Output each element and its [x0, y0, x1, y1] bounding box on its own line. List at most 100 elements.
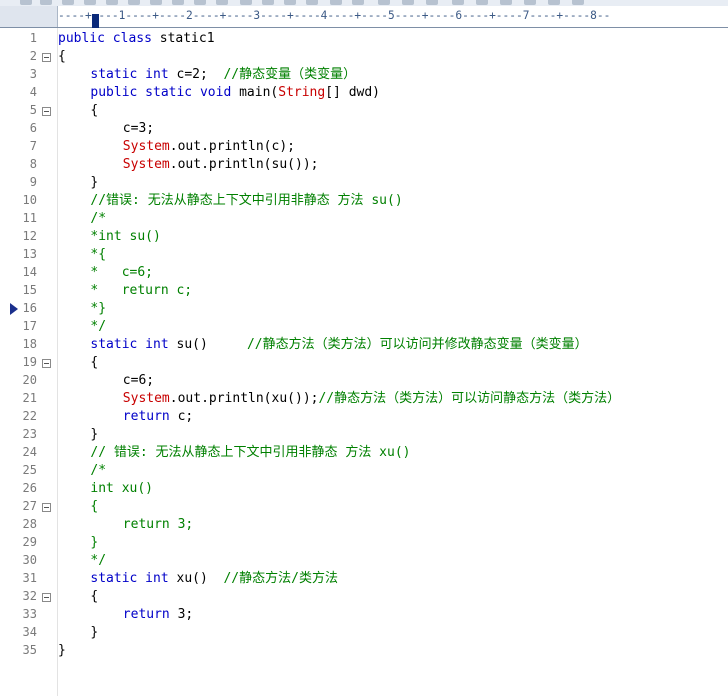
code-token: *{: [90, 247, 107, 262]
code-token: }: [90, 625, 99, 640]
toolbar-button-icon[interactable]: [402, 0, 414, 5]
code-token: static1: [151, 31, 215, 46]
code-line[interactable]: }: [90, 534, 98, 552]
code-line[interactable]: public static void main(String[] dwd): [90, 84, 380, 102]
code-line[interactable]: }: [58, 642, 66, 660]
code-line[interactable]: public class static1: [58, 30, 215, 48]
toolbar-button-icon[interactable]: [20, 0, 32, 5]
toolbar-button-icon[interactable]: [524, 0, 536, 5]
line-number: 18: [22, 337, 37, 351]
code-editor[interactable]: 1 2 3 4 5 6 7 8 9 10 11 12 13 14 15 16 17 18 19 20 21 22 23 24 2…: [0, 28, 728, 696]
code-token: {: [90, 103, 99, 118]
line-number: 21: [22, 391, 37, 405]
code-token: /*: [90, 463, 107, 478]
code-line[interactable]: {: [90, 354, 98, 372]
code-line[interactable]: /*: [90, 462, 106, 480]
code-line[interactable]: *int su(): [90, 228, 160, 246]
code-line[interactable]: c=6;: [123, 372, 154, 390]
fold-toggle-icon[interactable]: [42, 359, 51, 368]
code-line[interactable]: }: [90, 174, 98, 192]
ruler-caret-marker: [92, 14, 99, 28]
toolbar-button-icon[interactable]: [330, 0, 342, 5]
code-line[interactable]: *{: [90, 246, 106, 264]
code-line[interactable]: *}: [90, 300, 106, 318]
code-line[interactable]: c=3;: [123, 120, 154, 138]
code-line[interactable]: return 3;: [123, 516, 193, 534]
code-line[interactable]: static int su() //静态方法（类方法）可以访问并修改静态变量（类…: [90, 336, 587, 354]
code-line[interactable]: System.out.println(c);: [123, 138, 295, 156]
line-number: 20: [22, 373, 37, 387]
code-line[interactable]: * return c;: [90, 282, 192, 300]
toolbar-button-icon[interactable]: [40, 0, 52, 5]
fold-toggle-icon[interactable]: [42, 107, 51, 116]
code-line[interactable]: {: [90, 588, 98, 606]
toolbar-button-icon[interactable]: [194, 0, 206, 5]
toolbar-button-icon[interactable]: [240, 0, 252, 5]
fold-toggle-icon[interactable]: [42, 503, 51, 512]
code-token: return: [122, 409, 170, 424]
code-line[interactable]: return 3;: [123, 606, 193, 624]
toolbar-button-icon[interactable]: [306, 0, 318, 5]
line-number: 14: [22, 265, 37, 279]
toolbar-button-icon[interactable]: [500, 0, 512, 5]
code-line[interactable]: */: [90, 318, 106, 336]
code-line[interactable]: {: [58, 48, 66, 66]
toolbar-button-icon[interactable]: [284, 0, 296, 5]
code-token: }: [90, 427, 99, 442]
code-token: //错误: 无法从静态上下文中引用非静态 方法 su(): [90, 193, 403, 208]
toolbar-button-icon[interactable]: [352, 0, 364, 5]
code-line[interactable]: * c=6;: [90, 264, 153, 282]
code-line[interactable]: return c;: [123, 408, 193, 426]
toolbar-button-icon[interactable]: [172, 0, 184, 5]
code-token: .out.println(c);: [169, 139, 295, 154]
fold-toggle-icon[interactable]: [42, 53, 51, 62]
toolbar-button-icon[interactable]: [216, 0, 228, 5]
toolbar-button-icon[interactable]: [128, 0, 140, 5]
code-token: System: [122, 157, 170, 172]
code-line[interactable]: */: [90, 552, 106, 570]
code-line[interactable]: static int c=2; //静态变量（类变量）: [90, 66, 356, 84]
code-line[interactable]: int xu(): [90, 480, 153, 498]
line-number: 5: [29, 103, 37, 117]
code-line[interactable]: {: [90, 102, 98, 120]
code-line[interactable]: System.out.println(xu());//静态方法（类方法）可以访问…: [123, 390, 620, 408]
code-token: static int: [90, 337, 169, 352]
toolbar-button-icon[interactable]: [426, 0, 438, 5]
line-number: 13: [22, 247, 37, 261]
code-token: {: [90, 355, 99, 370]
code-token: c=6;: [122, 373, 155, 388]
toolbar-button-icon[interactable]: [452, 0, 464, 5]
line-number: 29: [22, 535, 37, 549]
code-token: }: [90, 175, 99, 190]
code-token: *int su(): [90, 229, 161, 244]
toolbar-button-icon[interactable]: [84, 0, 96, 5]
toolbar-button-icon[interactable]: [378, 0, 390, 5]
toolbar-button-icon[interactable]: [262, 0, 274, 5]
code-line[interactable]: // 错误: 无法从静态上下文中引用非静态 方法 xu(): [90, 444, 410, 462]
code-line[interactable]: /*: [90, 210, 106, 228]
code-line[interactable]: }: [90, 624, 98, 642]
fold-toggle-icon[interactable]: [42, 593, 51, 602]
code-line[interactable]: {: [90, 498, 98, 516]
code-token: * return c;: [90, 283, 193, 298]
toolbar-button-icon[interactable]: [106, 0, 118, 5]
code-token: //静态方法（类方法）可以访问并修改静态变量（类变量）: [246, 337, 588, 352]
toolbar-button-icon[interactable]: [476, 0, 488, 5]
code-line[interactable]: static int xu() //静态方法/类方法: [90, 570, 338, 588]
code-line[interactable]: //错误: 无法从静态上下文中引用非静态 方法 su(): [90, 192, 402, 210]
code-line[interactable]: System.out.println(su());: [123, 156, 319, 174]
code-line[interactable]: }: [90, 426, 98, 444]
toolbar-button-icon[interactable]: [572, 0, 584, 5]
toolbar-button-icon[interactable]: [150, 0, 162, 5]
code-token: }: [58, 643, 66, 658]
line-number: 33: [22, 607, 37, 621]
toolbar-button-icon[interactable]: [548, 0, 560, 5]
code-token: //静态变量（类变量）: [223, 67, 357, 82]
code-token: {: [58, 49, 66, 64]
line-number: 10: [22, 193, 37, 207]
line-number: 11: [22, 211, 37, 225]
line-number: 1: [29, 31, 37, 45]
code-token: System: [122, 139, 170, 154]
toolbar-button-icon[interactable]: [62, 0, 74, 5]
code-token: //静态方法/类方法: [223, 571, 338, 586]
